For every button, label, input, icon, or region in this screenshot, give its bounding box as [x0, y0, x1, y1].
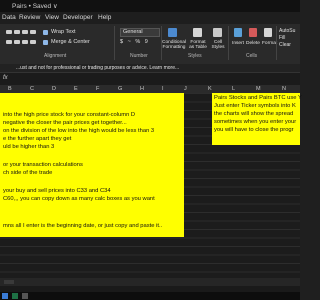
- autosum-button[interactable]: AutoSu: [279, 28, 295, 34]
- column-header[interactable]: J: [184, 86, 187, 92]
- grid-cell[interactable]: uld be higher than 3: [3, 144, 54, 151]
- tab-data[interactable]: Data: [2, 14, 16, 21]
- group-label-cells: Cells: [246, 53, 258, 59]
- orientation-icon[interactable]: [30, 30, 36, 34]
- group-label-number: Number: [130, 53, 148, 59]
- align-bottom-icon[interactable]: [22, 30, 28, 34]
- column-header[interactable]: N: [282, 86, 286, 92]
- sheet-tab[interactable]: [4, 280, 14, 284]
- cell-styles-button[interactable]: Cell Styles: [210, 40, 226, 50]
- fx-icon[interactable]: fx: [3, 75, 8, 81]
- align-middle-icon[interactable]: [14, 30, 20, 34]
- grid-cell[interactable]: negative the closer the pair prices get …: [3, 120, 127, 127]
- info-bar: ...ust and not for professional or tradi…: [0, 64, 300, 72]
- grid-cell[interactable]: sometimes when you enter your: [214, 119, 296, 126]
- divider: [228, 26, 229, 60]
- align-left-icon[interactable]: [6, 40, 12, 44]
- insert-button[interactable]: Insert: [232, 41, 244, 46]
- clear-button[interactable]: Clear: [279, 42, 291, 48]
- format-button[interactable]: Format: [262, 41, 277, 46]
- window-title: Pairs • Saved ∨: [12, 3, 58, 10]
- column-header[interactable]: G: [118, 86, 122, 92]
- taskbar: [0, 292, 300, 300]
- tab-review[interactable]: Review: [19, 14, 40, 21]
- sheet-tab-bar: [0, 278, 300, 286]
- tab-help[interactable]: Help: [98, 14, 111, 21]
- formula-bar: fx: [0, 72, 300, 86]
- grid-cell[interactable]: the charts will show the spread: [214, 111, 293, 118]
- column-header[interactable]: E: [74, 86, 78, 92]
- column-headers: B C D E F G H I J K L M N: [0, 85, 300, 93]
- number-format-select[interactable]: General: [120, 28, 160, 37]
- fill-button[interactable]: Fill: [279, 35, 285, 41]
- grid-cell[interactable]: on the division of the low into the high…: [3, 128, 154, 135]
- format-as-table-button[interactable]: Format as Table: [188, 40, 208, 50]
- tab-developer[interactable]: Developer: [63, 14, 93, 21]
- title-bar: Pairs • Saved ∨: [0, 0, 300, 12]
- merge-center-icon[interactable]: [43, 40, 48, 45]
- app-icon[interactable]: [22, 293, 28, 299]
- group-label-styles: Styles: [188, 53, 202, 59]
- format-icon[interactable]: [264, 28, 272, 37]
- number-format-buttons[interactable]: $ ~ % 9: [120, 39, 149, 45]
- grid-cell[interactable]: or your transaction calculations: [3, 162, 83, 169]
- excel-icon[interactable]: [12, 293, 18, 299]
- column-header[interactable]: F: [96, 86, 99, 92]
- group-label-alignment: Alignment: [44, 53, 67, 59]
- grid-cell[interactable]: Just enter Ticker symbols into K: [214, 103, 296, 110]
- column-header[interactable]: I: [162, 86, 164, 92]
- column-header[interactable]: M: [256, 86, 261, 92]
- grid-cell[interactable]: mns all I enter is the beginning date, o…: [3, 223, 162, 230]
- merge-center-button[interactable]: Merge & Center: [51, 39, 90, 45]
- align-top-icon[interactable]: [6, 30, 12, 34]
- grid-cell[interactable]: Pairs Stocks and Pairs BTC use Y: [214, 95, 302, 102]
- info-bar-text[interactable]: ...ust and not for professional or tradi…: [16, 65, 179, 71]
- align-center-icon[interactable]: [14, 40, 20, 44]
- divider: [114, 26, 115, 60]
- worksheet-grid[interactable]: into the high price stock for your const…: [0, 93, 302, 278]
- column-header[interactable]: K: [208, 86, 212, 92]
- conditional-formatting-icon[interactable]: [168, 28, 177, 37]
- column-header[interactable]: D: [52, 86, 56, 92]
- wrap-text-button[interactable]: Wrap Text: [51, 29, 76, 35]
- grid-cell[interactable]: your buy and sell prices into C33 and C3…: [3, 188, 111, 195]
- grid-cell[interactable]: into the high price stock for your const…: [3, 112, 135, 119]
- insert-icon[interactable]: [234, 28, 242, 37]
- grid-cell[interactable]: you will have to close the progr: [214, 127, 294, 134]
- number-format-value: General: [123, 29, 143, 35]
- column-header[interactable]: C: [30, 86, 34, 92]
- start-icon[interactable]: [2, 293, 8, 299]
- tab-view[interactable]: View: [45, 14, 59, 21]
- conditional-formatting-button[interactable]: Conditional Formatting: [161, 40, 187, 50]
- align-right-icon[interactable]: [22, 40, 28, 44]
- grid-cell[interactable]: ch side of the trade: [3, 170, 52, 177]
- delete-icon[interactable]: [249, 28, 257, 37]
- indent-icon[interactable]: [30, 40, 36, 44]
- grid-cell[interactable]: C60,,, you can copy down as many calc bo…: [3, 196, 155, 203]
- column-header[interactable]: H: [140, 86, 144, 92]
- column-header[interactable]: L: [232, 86, 235, 92]
- divider: [276, 26, 277, 60]
- grid-cell[interactable]: e the further apart they get: [3, 136, 71, 143]
- ribbon-tabs: Data Review View Developer Help: [0, 12, 300, 24]
- formula-input[interactable]: [16, 74, 298, 83]
- ribbon: Wrap Text Merge & Center General $ ~ % 9…: [0, 24, 300, 64]
- format-as-table-icon[interactable]: [193, 28, 202, 37]
- wrap-text-icon[interactable]: [43, 30, 48, 35]
- cell-styles-icon[interactable]: [213, 28, 222, 37]
- delete-button[interactable]: Delete: [246, 41, 260, 46]
- column-header[interactable]: B: [8, 86, 12, 92]
